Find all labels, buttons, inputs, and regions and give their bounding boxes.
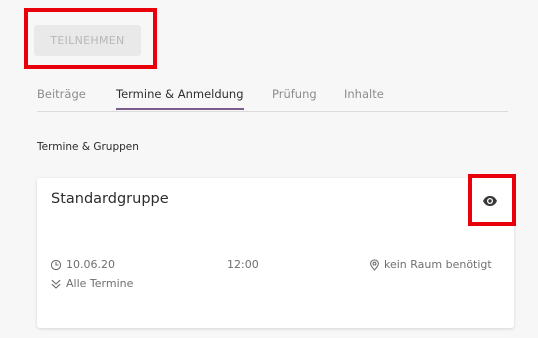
group-title: Standardgruppe (51, 191, 169, 207)
all-dates-toggle[interactable]: Alle Termine (50, 277, 133, 290)
group-date-text: 10.06.20 (66, 258, 115, 271)
clock-icon (50, 259, 62, 270)
group-room-text: kein Raum benötigt (384, 258, 492, 271)
tab-beitraege[interactable]: Beiträge (37, 87, 86, 101)
tab-inhalte[interactable]: Inhalte (344, 87, 384, 101)
location-pin-icon (370, 258, 379, 271)
group-time: 12:00 (227, 258, 259, 271)
group-date: 10.06.20 (50, 258, 115, 271)
group-card: Standardgruppe (37, 178, 514, 328)
all-dates-label: Alle Termine (66, 277, 134, 290)
join-button-highlight (24, 8, 157, 69)
section-title: Termine & Gruppen (37, 141, 139, 153)
group-room: kein Raum benötigt (369, 258, 492, 271)
double-chevron-down-icon (51, 279, 61, 289)
visibility-highlight (468, 174, 516, 226)
tab-termine-anmeldung[interactable]: Termine & Anmeldung (116, 87, 244, 110)
tab-pruefung[interactable]: Prüfung (272, 87, 317, 101)
course-tabs: Beiträge Termine & Anmeldung Prüfung Inh… (37, 80, 508, 112)
